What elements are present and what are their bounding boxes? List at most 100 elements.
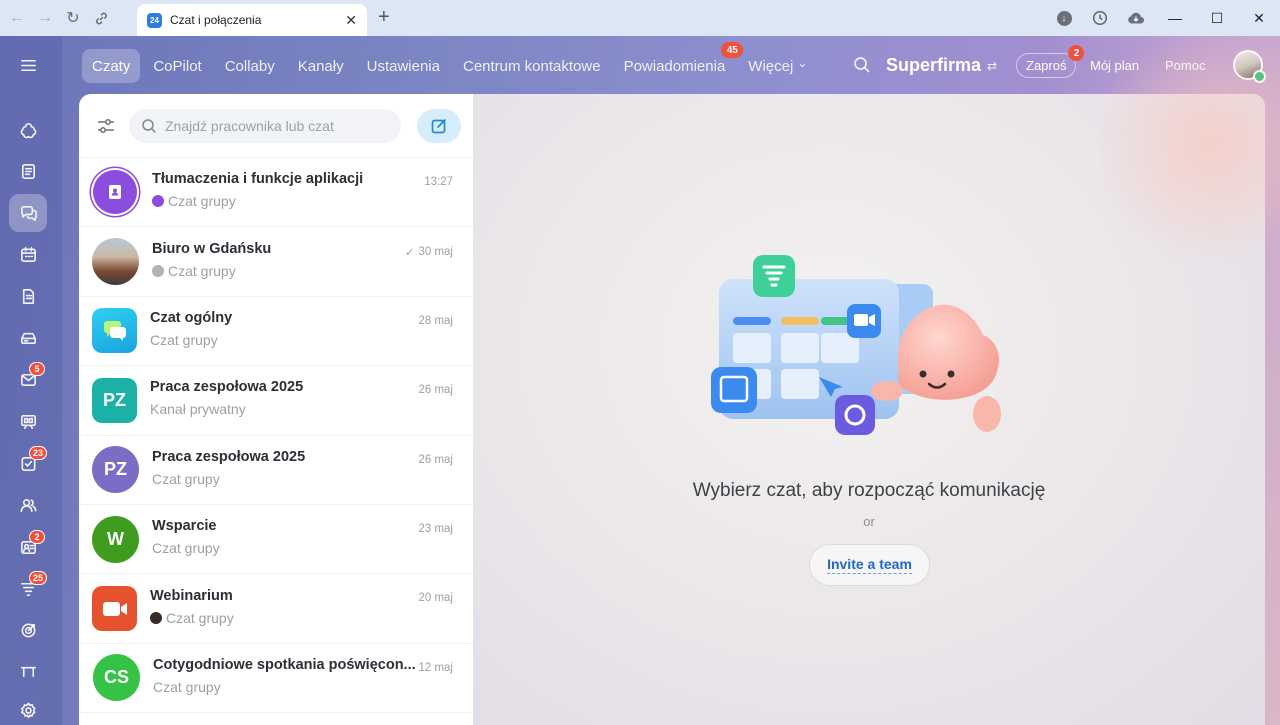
app-background: 5 23 2 25 Czaty CoPilot Collaby Kanały U… [0, 36, 1280, 725]
chat-subtitle: Czat grupy [168, 193, 236, 210]
mail-icon[interactable]: 5 [9, 360, 47, 398]
reload-icon[interactable]: ↻ [60, 5, 86, 31]
mail-badge: 5 [29, 362, 45, 376]
empty-state-title: Wybierz czat, aby rozpocząć komunikację [692, 480, 1046, 501]
chat-row[interactable]: Czat ogólny Czat grupy 28 maj [79, 297, 473, 367]
invite-team-button[interactable]: Invite a team [809, 544, 930, 586]
tab-collaby[interactable]: Collaby [215, 49, 285, 83]
chats-icon[interactable] [9, 194, 47, 232]
chat-illustration [711, 255, 1001, 435]
feed-badge: 25 [29, 571, 48, 585]
crm-icon[interactable]: 2 [9, 528, 47, 566]
search-input[interactable] [165, 117, 389, 134]
tab-ustawienia[interactable]: Ustawienia [357, 49, 450, 83]
calendar-icon[interactable] [9, 235, 47, 273]
shop-icon[interactable] [9, 652, 47, 690]
tab-czaty[interactable]: Czaty [82, 49, 141, 83]
feed-icon[interactable] [9, 152, 47, 190]
chat-subtitle: Czat grupy [168, 262, 236, 279]
documents-icon[interactable] [9, 277, 47, 315]
chat-bubbles-icon [92, 308, 137, 354]
chat-search[interactable] [129, 108, 401, 143]
chat-subtitle: Czat grupy [166, 609, 234, 626]
chat-row[interactable]: PZ Praca zespołowa 2025 Kanał prywatny 2… [79, 366, 473, 436]
chat-empty-state: Wybierz czat, aby rozpocząć komunikację … [473, 94, 1265, 725]
chat-list-header [79, 94, 473, 158]
author-mini-avatar [150, 611, 162, 624]
forward-icon[interactable]: → [32, 5, 58, 31]
board-icon[interactable] [9, 402, 47, 440]
chat-subtitle: Czat grupy [150, 331, 218, 348]
funnel-icon[interactable]: 25 [9, 569, 48, 607]
minimize-icon[interactable]: — [1154, 10, 1196, 26]
author-mini-avatar [152, 264, 164, 277]
chat-subtitle: Czat grupy [153, 678, 221, 695]
tasks-badge: 23 [29, 446, 48, 460]
company-name[interactable]: Superfirma ⇄ [886, 55, 997, 76]
read-check-icon: ✓ [404, 247, 415, 260]
plan-button[interactable]: Mój plan [1081, 53, 1148, 78]
new-chat-button[interactable] [417, 108, 461, 143]
back-icon[interactable]: ← [4, 5, 30, 31]
search-icon [142, 118, 156, 133]
download-icon[interactable]: ↓ [1046, 10, 1082, 26]
chat-subtitle: Czat grupy [152, 470, 220, 487]
search-icon[interactable] [852, 55, 872, 75]
chat-name: Czat ogólny [150, 309, 233, 326]
tab-powiadomienia[interactable]: Powiadomienia 45 [614, 42, 744, 83]
invite-team-label: Invite a team [827, 556, 912, 574]
help-button[interactable]: Pomoc [1156, 53, 1214, 78]
chat-row[interactable]: W Wsparcie Czat grupy 23 maj [79, 505, 473, 575]
chat-time: 23 maj [418, 522, 453, 535]
chat-name: Tłumaczenia i funkcje aplikacji [152, 171, 364, 188]
drive-icon[interactable] [9, 318, 47, 356]
chat-row[interactable]: Tłumaczenia i funkcje aplikacji Czat gru… [79, 158, 473, 228]
tab-copilot[interactable]: CoPilot [143, 49, 211, 83]
video-camera-icon [92, 586, 137, 632]
close-tab-icon[interactable]: ✕ [345, 12, 357, 29]
tab-centrum-kontaktowe[interactable]: Centrum kontaktowe [453, 49, 611, 83]
left-sidebar: 5 23 2 25 [0, 36, 62, 725]
company-settings-icon[interactable]: ⇄ [987, 59, 997, 73]
favicon-icon: 24 [147, 12, 162, 28]
group-photo-avatar [92, 238, 139, 286]
cloud-icon[interactable] [1118, 11, 1154, 25]
chat-row[interactable]: Biuro w Gdańsku Czat grupy ✓ 30 maj [79, 227, 473, 297]
filter-icon[interactable] [95, 115, 117, 137]
chat-name: Cotygodniowe spotkania poświęcon... [153, 656, 416, 673]
chat-row[interactable]: Webinarium Czat grupy 20 maj [79, 574, 473, 644]
settings-icon[interactable] [9, 691, 47, 725]
contacts-icon[interactable] [9, 486, 47, 524]
chat-time: 13:27 [424, 176, 453, 188]
tab-title: Czat i połączenia [170, 13, 262, 27]
chat-initials-avatar: PZ [92, 377, 137, 423]
chat-name: Wsparcie [152, 518, 217, 535]
goals-icon[interactable] [9, 611, 47, 649]
history-icon[interactable] [1082, 10, 1118, 26]
crm-badge: 2 [29, 530, 45, 544]
chat-name: Praca zespołowa 2025 [152, 448, 306, 465]
link-icon[interactable] [88, 5, 114, 31]
tasks-icon[interactable]: 23 [9, 444, 48, 482]
chat-row[interactable]: PZ Praca zespołowa 2025 Czat grupy 26 ma… [79, 436, 473, 505]
invite-button[interactable]: Zaproś 2 [1016, 45, 1085, 78]
maximize-icon[interactable]: ☐ [1196, 10, 1238, 27]
empty-state-or: or [863, 514, 875, 529]
tab-kanaly[interactable]: Kanały [288, 49, 354, 83]
chat-name: Webinarium [150, 587, 233, 604]
new-tab-icon[interactable]: + [378, 6, 390, 29]
invite-label: Zaproś [1026, 58, 1067, 73]
chat-initials-avatar: PZ [92, 446, 139, 494]
chat-list-panel: Tłumaczenia i funkcje aplikacji Czat gru… [79, 94, 473, 725]
chat-time: 26 maj [418, 453, 453, 466]
tab-wiecej[interactable]: Więcej ⌄ [738, 49, 817, 83]
chat-time: 30 maj [418, 246, 453, 259]
copilot-icon[interactable] [9, 111, 47, 149]
browser-tab[interactable]: 24 Czat i połączenia ✕ [137, 4, 367, 36]
user-avatar[interactable] [1233, 50, 1266, 83]
status-indicator [1253, 70, 1266, 83]
browser-toolbar: ← → ↻ 24 Czat i połączenia ✕ + ↓ — ☐ ✕ [0, 0, 1280, 36]
chat-row[interactable]: CS Cotygodniowe spotkania poświęcon... C… [79, 644, 473, 714]
close-window-icon[interactable]: ✕ [1238, 10, 1280, 27]
menu-icon[interactable] [9, 46, 47, 84]
